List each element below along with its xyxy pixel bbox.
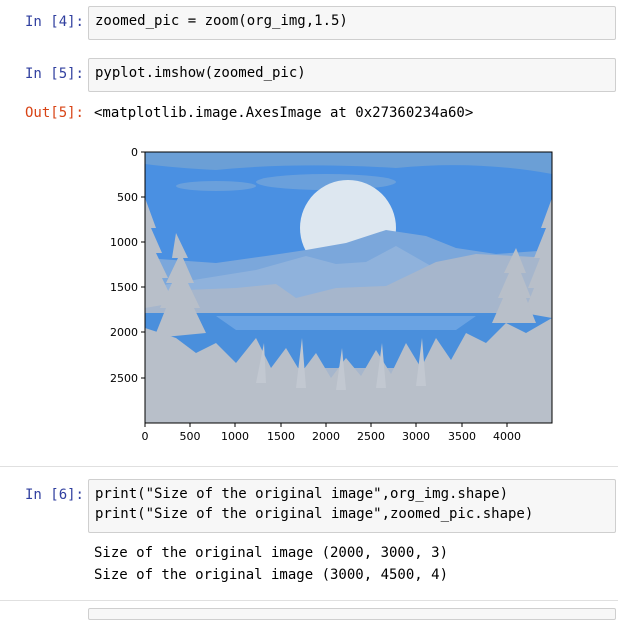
y-tick-label: 2000 bbox=[110, 326, 138, 339]
cell-6-code-line-2: print("Size of the original image",zoome… bbox=[95, 506, 534, 522]
cell-5-output-text: <matplotlib.image.AxesImage at 0x2736023… bbox=[94, 105, 474, 121]
x-tick-label: 4000 bbox=[493, 430, 521, 443]
image-content bbox=[145, 152, 552, 423]
cell-4-code-line: zoomed_pic = zoom(org_img,1.5) bbox=[95, 13, 348, 29]
x-tick-label: 500 bbox=[180, 430, 201, 443]
cell-divider bbox=[0, 600, 618, 601]
x-tick-label: 2000 bbox=[312, 430, 340, 443]
cell-5-code-line: pyplot.imshow(zoomed_pic) bbox=[95, 65, 306, 81]
cell-6-input[interactable]: print("Size of the original image",org_i… bbox=[88, 479, 616, 533]
x-tick-label: 2500 bbox=[357, 430, 385, 443]
x-tick-label: 1500 bbox=[267, 430, 295, 443]
y-tick-label: 500 bbox=[117, 191, 138, 204]
cell-4-input[interactable]: zoomed_pic = zoom(org_img,1.5) bbox=[88, 6, 616, 40]
x-tick-label: 0 bbox=[142, 430, 149, 443]
imshow-plot: 0 500 1000 1500 2000 2500 0 500 1000 150… bbox=[110, 146, 553, 443]
x-tick-label: 1000 bbox=[221, 430, 249, 443]
cell-5-input[interactable]: pyplot.imshow(zoomed_pic) bbox=[88, 58, 616, 92]
x-tick-label: 3000 bbox=[402, 430, 430, 443]
cloud bbox=[176, 181, 256, 191]
x-tick-label: 3500 bbox=[448, 430, 476, 443]
cell-divider bbox=[0, 466, 618, 467]
cell-6-output-line-1: Size of the original image (2000, 3000, … bbox=[94, 545, 449, 561]
lake-reflection bbox=[216, 316, 476, 330]
cell-5-out-prompt: Out[5]: bbox=[24, 105, 84, 121]
cell-6-code-line-1: print("Size of the original image",org_i… bbox=[95, 486, 509, 502]
x-axis: 0 500 1000 1500 2000 2500 3000 3500 4000 bbox=[142, 423, 521, 443]
y-tick-label: 1000 bbox=[110, 236, 138, 249]
y-tick-label: 0 bbox=[131, 146, 138, 159]
y-axis: 0 500 1000 1500 2000 2500 bbox=[110, 146, 145, 385]
cell-5-prompt: In [5]: bbox=[24, 66, 84, 82]
cell-6-prompt: In [6]: bbox=[24, 487, 84, 503]
y-tick-label: 1500 bbox=[110, 281, 138, 294]
next-cell-input[interactable] bbox=[88, 608, 616, 620]
cell-4-prompt: In [4]: bbox=[24, 14, 84, 30]
cell-6-output-line-2: Size of the original image (3000, 4500, … bbox=[94, 567, 449, 583]
y-tick-label: 2500 bbox=[110, 372, 138, 385]
